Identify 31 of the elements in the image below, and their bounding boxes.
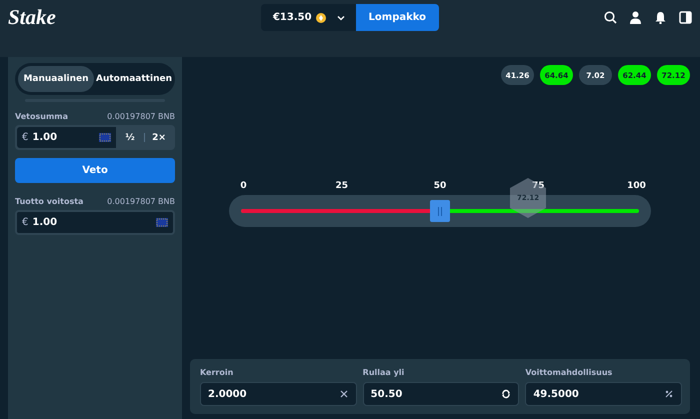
refresh-icon[interactable] bbox=[501, 389, 512, 399]
user-icon[interactable] bbox=[628, 11, 642, 24]
sidebar-toggle-icon[interactable] bbox=[678, 11, 692, 24]
close-icon bbox=[338, 389, 349, 399]
search-icon[interactable] bbox=[604, 11, 617, 24]
bell-icon[interactable] bbox=[654, 11, 667, 24]
tick-label: 0 bbox=[240, 181, 247, 191]
coin-icon bbox=[316, 12, 326, 22]
field-label: Tuotto voitosta bbox=[15, 197, 84, 206]
tick-label: 50 bbox=[434, 181, 446, 191]
input-field[interactable]: 2.0000 bbox=[200, 382, 357, 406]
field-label: Voittomahdollisuus bbox=[525, 368, 614, 377]
logo[interactable]: Stake bbox=[8, 5, 118, 30]
mode-tab[interactable]: Manuaalinen bbox=[18, 66, 94, 92]
field-label: Vetosumma bbox=[15, 112, 68, 121]
mode-tab[interactable]: Automaattinen bbox=[96, 66, 172, 92]
tick-label: 75 bbox=[532, 181, 545, 191]
tick-label: 25 bbox=[335, 181, 348, 191]
balance-selector[interactable]: €13.50 bbox=[260, 4, 356, 31]
field-label: Rullaa yli bbox=[362, 368, 406, 377]
percent-icon bbox=[664, 389, 674, 399]
flag-icon bbox=[156, 218, 168, 227]
crypto-amount: 0.00197807 BNB bbox=[107, 197, 175, 206]
field-label: Kerroin bbox=[200, 368, 234, 377]
bet-button[interactable]: Veto bbox=[15, 158, 175, 183]
slider-handle[interactable] bbox=[430, 200, 450, 222]
crypto-amount: 0.00197807 BNB bbox=[107, 112, 175, 121]
wallet-button[interactable]: Lompakko bbox=[356, 4, 440, 31]
input-field[interactable]: 50.50 bbox=[362, 382, 520, 406]
input-field[interactable]: 49.5000 bbox=[525, 382, 682, 406]
tick-label: 100 bbox=[627, 181, 646, 191]
